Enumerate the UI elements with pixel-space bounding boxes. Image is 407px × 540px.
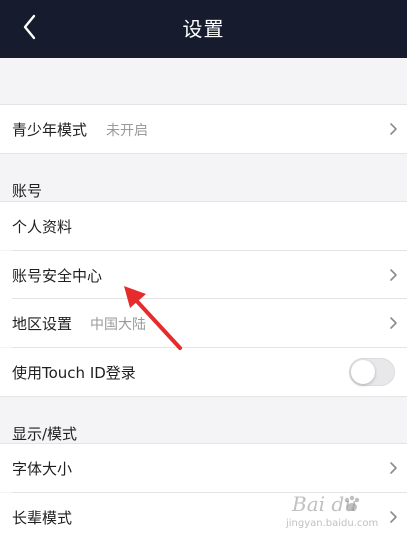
chevron-right-icon bbox=[390, 269, 397, 281]
profile-row[interactable]: 个人资料 bbox=[0, 202, 407, 250]
youth-mode-label: 青少年模式 bbox=[12, 121, 88, 139]
youth-mode-value: 未开启 bbox=[106, 123, 148, 139]
baidu-watermark: Bai du jingyan.baidu.com bbox=[286, 492, 401, 534]
chevron-right-icon bbox=[390, 317, 397, 329]
profile-label: 个人资料 bbox=[12, 218, 73, 236]
chevron-right-icon bbox=[390, 462, 397, 474]
touch-id-toggle[interactable] bbox=[349, 358, 395, 386]
watermark-url: jingyan.baidu.com bbox=[286, 518, 379, 529]
toggle-knob bbox=[351, 360, 375, 384]
display-section-header: 显示/模式 bbox=[12, 425, 78, 443]
divider bbox=[0, 153, 407, 154]
chevron-right-icon bbox=[390, 123, 397, 135]
touch-id-label: 使用Touch ID登录 bbox=[12, 364, 136, 382]
divider bbox=[0, 396, 407, 397]
paw-icon bbox=[344, 495, 360, 511]
settings-screen: 设置 青少年模式 未开启 账号 个人资料 账号安全中心 地区设置 中国大陆 使用… bbox=[0, 0, 407, 540]
security-center-row[interactable]: 账号安全中心 bbox=[0, 251, 407, 299]
region-label: 地区设置 bbox=[12, 315, 73, 333]
touch-id-row: 使用Touch ID登录 bbox=[0, 348, 407, 396]
account-section-header: 账号 bbox=[12, 182, 43, 200]
nav-bar: 设置 bbox=[0, 0, 407, 58]
page-title: 设置 bbox=[182, 17, 225, 41]
elder-mode-label: 长辈模式 bbox=[12, 509, 73, 527]
region-row[interactable]: 地区设置 中国大陆 bbox=[0, 299, 407, 347]
font-size-label: 字体大小 bbox=[12, 460, 73, 478]
youth-mode-row[interactable]: 青少年模式 未开启 bbox=[0, 105, 407, 153]
red-arrow-annotation bbox=[124, 286, 182, 350]
security-center-label: 账号安全中心 bbox=[12, 267, 103, 285]
font-size-row[interactable]: 字体大小 bbox=[0, 444, 407, 492]
